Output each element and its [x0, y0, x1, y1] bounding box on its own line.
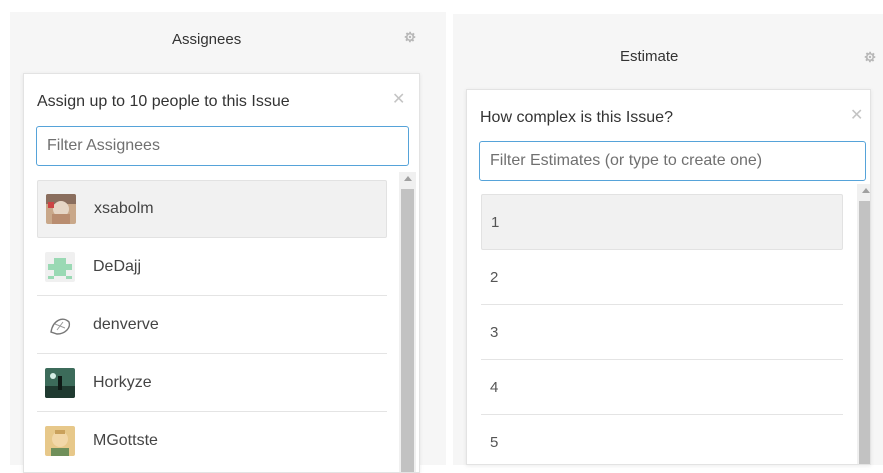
estimate-option-label: 3: [490, 323, 499, 341]
assignees-scroll-thumb[interactable]: [401, 189, 414, 472]
estimate-option-label: 5: [490, 434, 499, 451]
user-avatar-xsabolm: [46, 194, 76, 224]
user-name: MGottste: [93, 432, 158, 449]
user-row-horkyze[interactable]: Horkyze: [37, 354, 387, 412]
estimate-search-input[interactable]: [479, 141, 866, 181]
assignees-popover-title: Assign up to 10 people to this Issue: [37, 93, 290, 110]
user-avatar-dedajj: [45, 251, 75, 282]
user-name: DeDajj: [93, 257, 142, 275]
user-name: Horkyze: [93, 373, 152, 391]
assignees-panel: Assignees Assign up to 10 people to this…: [10, 12, 446, 473]
gear-icon[interactable]: [863, 50, 877, 64]
user-row-mgottste[interactable]: MGottste: [37, 412, 387, 470]
estimate-option-3[interactable]: 3: [481, 305, 843, 360]
scroll-up-arrow-icon[interactable]: [404, 176, 412, 181]
estimate-option-label: 2: [490, 268, 499, 286]
close-icon[interactable]: ✕: [850, 108, 863, 124]
estimate-popover-title: How complex is this Issue?: [480, 109, 673, 126]
assignees-list: xsabolm DeDajj denverve Horkyze MGottste: [37, 180, 387, 470]
user-row-xsabolm[interactable]: xsabolm: [37, 180, 387, 238]
user-row-dedajj[interactable]: DeDajj: [37, 238, 387, 296]
estimate-popover: How complex is this Issue? ✕ 1 2 3 4 5: [466, 89, 871, 465]
estimate-option-label: 1: [491, 213, 500, 231]
estimate-option-1[interactable]: 1: [481, 194, 843, 250]
estimate-panel: Estimate How complex is this Issue? ✕ 1 …: [453, 14, 883, 465]
user-avatar-denverve: [45, 309, 75, 340]
assignees-popover: Assign up to 10 people to this Issue ✕ x…: [23, 73, 420, 473]
user-name: xsabolm: [94, 200, 154, 217]
user-row-denverve[interactable]: denverve: [37, 296, 387, 354]
close-icon[interactable]: ✕: [392, 92, 405, 108]
scroll-up-arrow-icon[interactable]: [862, 188, 870, 193]
user-avatar-mgottste: [45, 426, 75, 456]
assignees-panel-title: Assignees: [172, 31, 242, 48]
estimate-option-4[interactable]: 4: [481, 360, 843, 415]
estimate-panel-title: Estimate: [620, 48, 679, 65]
user-avatar-horkyze: [45, 367, 75, 398]
estimate-option-2[interactable]: 2: [481, 250, 843, 305]
estimate-option-label: 4: [490, 378, 499, 396]
estimate-list: 1 2 3 4 5: [481, 194, 843, 464]
user-name: denverve: [93, 315, 159, 333]
gear-icon[interactable]: [403, 30, 417, 44]
assignees-search-input[interactable]: [36, 126, 409, 166]
estimate-scroll-thumb[interactable]: [859, 201, 870, 464]
estimate-option-5[interactable]: 5: [481, 415, 843, 464]
